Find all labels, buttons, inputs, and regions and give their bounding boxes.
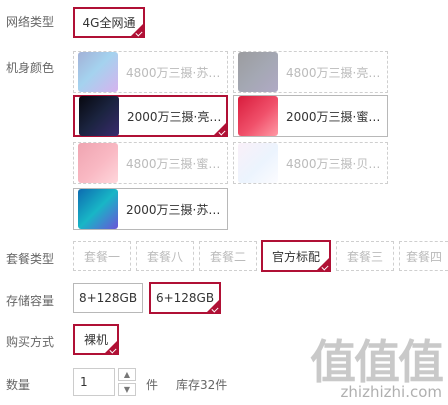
storage-option-6-128[interactable]: 6+128GB: [149, 282, 221, 314]
package-option-label: 套餐八: [146, 249, 183, 264]
quantity-decrease-button[interactable]: ▼: [118, 383, 136, 396]
selected-check-icon: [218, 128, 226, 136]
selected-check-icon: [135, 29, 143, 37]
phone-blue-thumbnail: [78, 52, 118, 92]
phone-black-thumbnail: [79, 96, 119, 136]
package-option-2[interactable]: 套餐二: [199, 241, 257, 271]
purchase-option-label: 裸机: [83, 333, 108, 347]
network-option-4g[interactable]: 4G全网通: [73, 7, 145, 38]
quantity-label: 数量: [6, 378, 31, 392]
package-option-official[interactable]: 官方标配: [261, 240, 331, 272]
color-option-5[interactable]: 4800万三摄·蜜…: [73, 142, 228, 184]
watermark: 值值值 zhizhizhi.com: [310, 335, 444, 401]
color-option-4[interactable]: 2000万三摄·蜜…: [233, 95, 388, 137]
phone-white-thumbnail: [238, 143, 278, 183]
watermark-logo: 值值值: [310, 335, 444, 389]
quantity-input[interactable]: 1: [73, 368, 115, 396]
package-option-4[interactable]: 套餐四: [399, 241, 448, 271]
package-option-8[interactable]: 套餐八: [136, 241, 194, 271]
phone-black-thumbnail: [238, 52, 278, 92]
color-option-label: 2000万三摄·蜜…: [286, 109, 381, 124]
phone-blue-thumbnail: [78, 189, 118, 229]
storage-option-8-128[interactable]: 8+128GB: [73, 283, 143, 313]
quantity-unit: 件: [146, 378, 159, 392]
color-option-label: 2000万三摄·亮…: [127, 109, 222, 124]
phone-red-thumbnail: [238, 96, 278, 136]
selected-check-icon: [109, 346, 117, 354]
color-option-1[interactable]: 4800万三摄·苏…: [73, 51, 228, 93]
body-color-label: 机身颜色: [6, 61, 55, 75]
package-option-label: 套餐四: [405, 249, 442, 264]
color-option-label: 4800万三摄·蜜…: [126, 156, 221, 171]
phone-red-thumbnail: [78, 143, 118, 183]
package-option-label: 官方标配: [271, 249, 320, 264]
package-type-label: 套餐类型: [6, 252, 55, 266]
network-type-label: 网络类型: [6, 15, 55, 29]
package-option-label: 套餐一: [83, 249, 120, 264]
color-option-label: 4800万三摄·亮…: [286, 65, 381, 80]
color-option-3[interactable]: 2000万三摄·亮…: [73, 95, 228, 137]
storage-label: 存储容量: [6, 294, 55, 308]
purchase-option-bare[interactable]: 裸机: [73, 324, 119, 355]
color-option-label: 4800万三摄·苏…: [126, 65, 221, 80]
package-option-label: 套餐二: [209, 249, 246, 264]
storage-option-label: 8+128GB: [78, 291, 138, 305]
color-option-label: 4800万三摄·贝…: [286, 156, 381, 171]
storage-option-label: 6+128GB: [155, 291, 215, 305]
stock-count: 库存32件: [176, 378, 228, 392]
package-option-label: 套餐三: [346, 249, 383, 264]
package-option-1[interactable]: 套餐一: [73, 241, 131, 271]
purchase-method-label: 购买方式: [6, 335, 55, 349]
color-option-6[interactable]: 4800万三摄·贝…: [233, 142, 388, 184]
selected-check-icon: [211, 305, 219, 313]
color-option-label: 2000万三摄·苏…: [126, 202, 221, 217]
color-option-7[interactable]: 2000万三摄·苏…: [73, 188, 228, 230]
selected-check-icon: [321, 263, 329, 271]
color-option-2[interactable]: 4800万三摄·亮…: [233, 51, 388, 93]
network-option-label: 4G全网通: [82, 16, 136, 30]
package-option-3[interactable]: 套餐三: [336, 241, 394, 271]
quantity-increase-button[interactable]: ▲: [118, 368, 136, 381]
